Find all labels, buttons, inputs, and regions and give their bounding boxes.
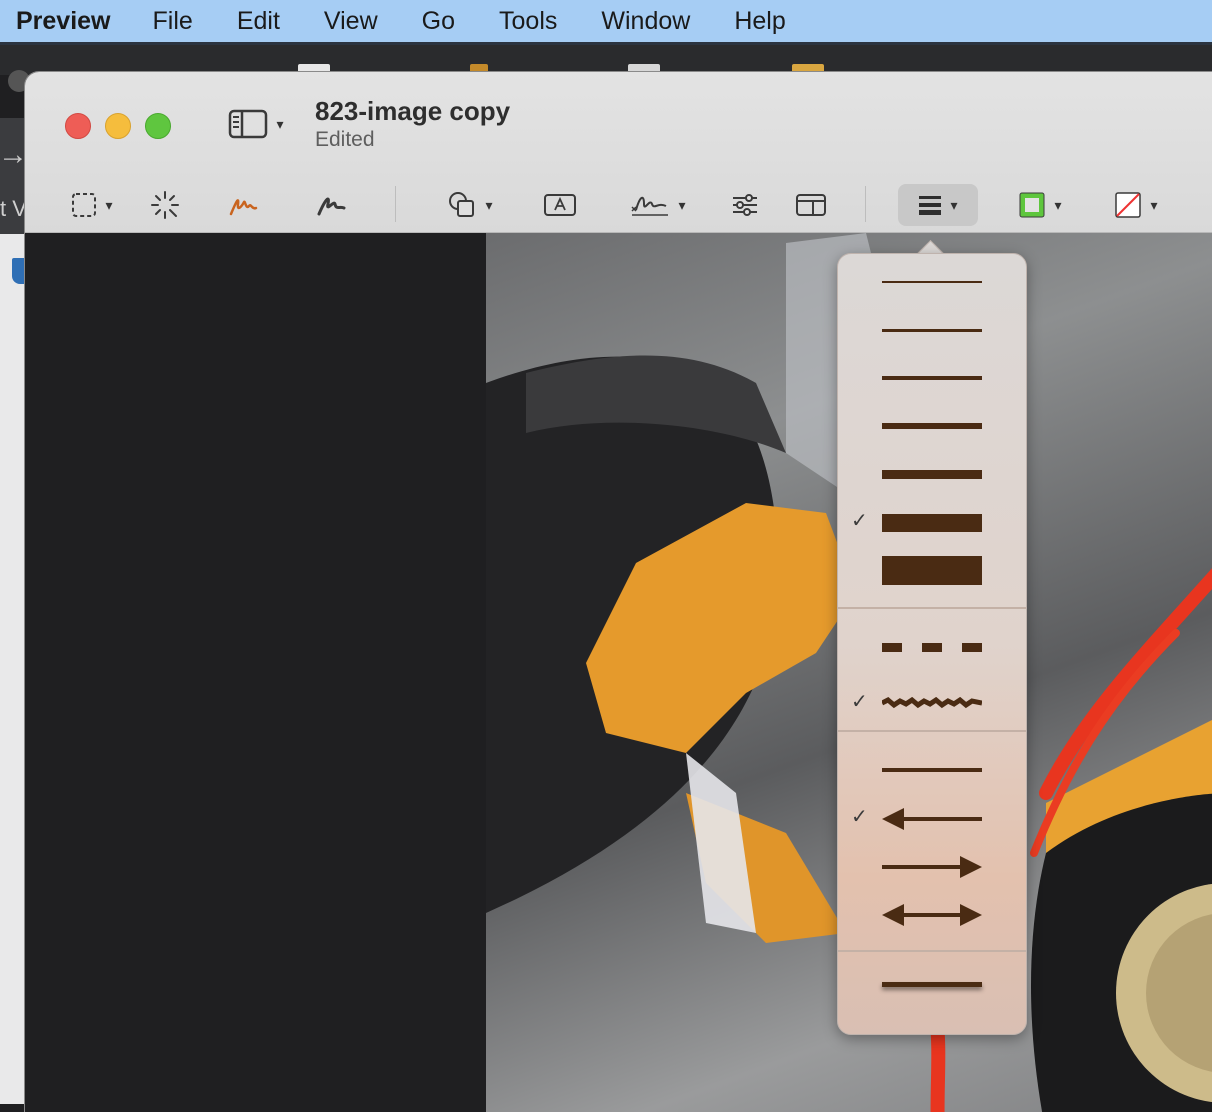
- menu-app-name[interactable]: Preview: [16, 7, 111, 36]
- selection-icon: [72, 193, 97, 217]
- line-sample: [882, 470, 982, 479]
- line-sample: [882, 329, 982, 332]
- line-style-menu: ✓ ✓ ✓: [837, 253, 1027, 1035]
- line-weight-option-6[interactable]: ✓: [838, 502, 1026, 542]
- line-weight-option-4[interactable]: [838, 406, 1026, 446]
- chevron-down-icon: ▾: [276, 115, 284, 132]
- line-sample: [882, 423, 982, 429]
- menu-divider: [838, 950, 1026, 952]
- shadow-line-sample: [882, 982, 982, 987]
- title-bar: ▾ 823-image copy Edited ▾ ▾ ▾ ▾ ▾ ▾: [25, 72, 1212, 233]
- menu-tools[interactable]: Tools: [499, 7, 557, 36]
- line-weight-option-5[interactable]: [838, 454, 1026, 494]
- fill-color-button[interactable]: ▾: [1105, 188, 1167, 222]
- sketch-icon: [229, 199, 258, 216]
- menu-go[interactable]: Go: [422, 7, 455, 36]
- shadow-option[interactable]: [838, 966, 1026, 1006]
- menu-divider: [838, 607, 1026, 609]
- line-weight-icon: [919, 196, 942, 215]
- line-weight-option-1[interactable]: [838, 262, 1026, 302]
- draw-icon: [317, 197, 346, 216]
- magic-wand-icon: [151, 191, 179, 219]
- menu-view[interactable]: View: [324, 7, 378, 36]
- line-sample: [882, 556, 982, 585]
- chevron-down-icon: ▾: [1054, 196, 1062, 213]
- instant-alpha-button[interactable]: [147, 188, 183, 222]
- background-window-strip: [0, 45, 1212, 75]
- pattern-dashed-option[interactable]: [838, 627, 1026, 667]
- bookmark-icon: [12, 258, 26, 284]
- document-title: 823-image copy: [315, 96, 511, 126]
- shapes-button[interactable]: ▾: [439, 188, 501, 222]
- border-color-button[interactable]: ▾: [1009, 188, 1071, 222]
- line-sample: [882, 514, 982, 532]
- text-box-icon: [544, 194, 576, 216]
- page-layout-button[interactable]: [793, 188, 829, 222]
- menu-help[interactable]: Help: [734, 7, 785, 36]
- line-end-none-option[interactable]: [838, 750, 1026, 790]
- double-arrow-icon: [882, 904, 982, 926]
- background-partial-text: t V: [0, 196, 27, 221]
- arrow-left-icon: [882, 808, 982, 830]
- line-style-button[interactable]: ▾: [898, 184, 978, 226]
- line-end-arrow-both-option[interactable]: [838, 894, 1026, 934]
- line-sample: [882, 376, 982, 380]
- preview-window: ▾ 823-image copy Edited ▾ ▾ ▾ ▾ ▾ ▾: [25, 72, 1212, 1112]
- signature-icon: [631, 196, 669, 216]
- checkmark-icon: ✓: [851, 510, 868, 532]
- menu-bar: Preview File Edit View Go Tools Window H…: [0, 0, 1212, 45]
- chevron-down-icon: ▾: [105, 196, 113, 213]
- line-weight-option-3[interactable]: [838, 358, 1026, 398]
- background-window-edge: [0, 234, 26, 1104]
- page-layout-icon: [796, 194, 826, 216]
- chevron-down-icon: ▾: [1150, 196, 1158, 213]
- sliders-icon: [733, 194, 757, 216]
- rectangular-selection-button[interactable]: ▾: [61, 188, 123, 222]
- menu-window[interactable]: Window: [601, 7, 690, 36]
- menu-edit[interactable]: Edit: [237, 7, 280, 36]
- toolbar-separator: [395, 186, 396, 222]
- arrow-right-icon: →: [0, 138, 28, 171]
- chevron-down-icon: ▾: [485, 196, 493, 213]
- line-sample: [882, 281, 982, 283]
- no-fill-icon: [1115, 192, 1142, 218]
- sidebar-icon: [229, 109, 268, 139]
- sketch-button[interactable]: [225, 188, 261, 222]
- document-status: Edited: [315, 128, 375, 151]
- checkmark-icon: ✓: [851, 806, 868, 828]
- shapes-icon: [449, 192, 475, 217]
- menu-file[interactable]: File: [153, 7, 193, 36]
- line-weight-option-2[interactable]: [838, 310, 1026, 350]
- fullscreen-button[interactable]: [145, 113, 171, 139]
- dashed-line-sample: [882, 643, 982, 652]
- text-button[interactable]: [541, 188, 579, 222]
- draw-button[interactable]: [313, 188, 349, 222]
- line-sample: [882, 768, 982, 772]
- textured-line-sample: [882, 697, 982, 709]
- checkmark-icon: ✓: [851, 691, 868, 713]
- close-button[interactable]: [65, 113, 91, 139]
- minimize-button[interactable]: [105, 113, 131, 139]
- sidebar-toggle-button[interactable]: ▾: [221, 106, 291, 142]
- chevron-down-icon: ▾: [678, 196, 686, 213]
- arrow-right-icon: [882, 856, 982, 878]
- line-end-arrow-left-option[interactable]: ✓: [838, 798, 1026, 838]
- line-weight-option-7[interactable]: [838, 550, 1026, 590]
- adjust-color-button[interactable]: [727, 188, 763, 222]
- line-end-arrow-right-option[interactable]: [838, 846, 1026, 886]
- menu-divider: [838, 730, 1026, 732]
- sidebar-pane: [25, 233, 486, 1112]
- toolbar-separator: [865, 186, 866, 222]
- sign-button[interactable]: ▾: [625, 188, 691, 222]
- chevron-down-icon: ▾: [950, 196, 958, 213]
- border-color-icon: [1019, 192, 1045, 218]
- pattern-textured-option[interactable]: ✓: [838, 683, 1026, 723]
